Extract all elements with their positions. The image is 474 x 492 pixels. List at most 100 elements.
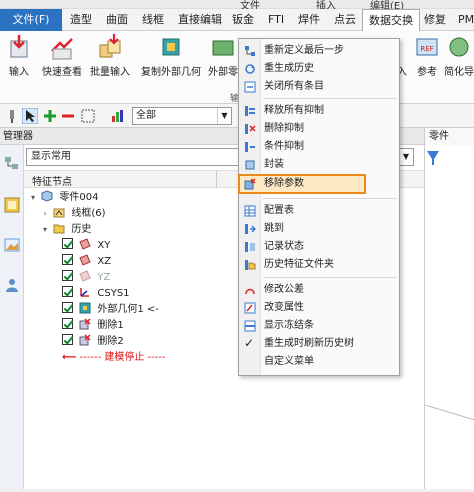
toolbar: 全部 ▼ <box>0 104 474 128</box>
tree-node-external-geometry[interactable]: 外部几何1 <- <box>62 302 159 318</box>
panel-title: 管理器 <box>3 131 33 142</box>
simplify-button[interactable]: 简化导 <box>444 33 474 78</box>
menu-item-encapsulate[interactable]: 封装 <box>239 156 399 174</box>
visibility-checkbox[interactable] <box>62 318 73 329</box>
import-button[interactable]: 输入 <box>4 33 34 78</box>
quick-view-button[interactable]: 快速查看 <box>40 33 84 78</box>
menu-item-remove-parameters[interactable]: 移除参数 <box>238 174 366 194</box>
menu-item-show-freeze-bar[interactable]: 显示冻结条 <box>239 317 399 335</box>
visibility-checkbox[interactable] <box>62 286 73 297</box>
batch-import-button[interactable]: 批量输入 <box>88 33 132 78</box>
panel-header: 管理器 <box>0 128 474 145</box>
tree-manager-icon[interactable] <box>4 155 20 171</box>
tree-node-delete-2[interactable]: 删除2 <box>62 334 124 350</box>
selection-filter-combo[interactable]: 全部 ▼ <box>132 107 232 125</box>
tree-node-plane-xy[interactable]: XY <box>62 238 110 254</box>
redefine-icon <box>245 46 255 56</box>
external-part-button[interactable]: 外部零 <box>206 33 240 78</box>
simplify-icon <box>449 37 469 57</box>
part-view-icon[interactable] <box>4 197 20 213</box>
box-select-icon[interactable] <box>80 108 96 124</box>
add-icon[interactable] <box>42 108 58 124</box>
menu-item-release-all-suppression[interactable]: 释放所有抑制 <box>239 102 399 120</box>
regenerate-icon <box>245 64 255 74</box>
menu-direct-edit[interactable]: 直接编辑 <box>172 9 228 31</box>
batch-import-icon <box>99 34 121 58</box>
menu-surface[interactable]: 曲面 <box>100 9 134 31</box>
menu-weldment[interactable]: 焊件 <box>292 9 326 31</box>
reference-button[interactable]: REF 参考 <box>412 33 442 78</box>
menu-item-conditional-suppression[interactable]: 条件抑制 <box>239 138 399 156</box>
visibility-checkbox[interactable] <box>62 302 73 313</box>
visibility-checkbox[interactable] <box>62 254 73 265</box>
plane-icon <box>79 238 91 250</box>
collapse-icon[interactable]: ▾ <box>28 190 38 206</box>
freeze-bar-icon <box>244 320 256 332</box>
menu-item-jump-to[interactable]: 跳到 <box>239 220 399 238</box>
history-folder-icon <box>245 260 256 270</box>
rollback-bar[interactable]: ⟵ ------ 建模停止 ----- <box>62 350 166 366</box>
remove-icon[interactable] <box>60 108 76 124</box>
menu-wireframe[interactable]: 线框 <box>136 9 170 31</box>
column-divider[interactable] <box>216 171 217 188</box>
pin-icon[interactable] <box>4 108 20 124</box>
tree-node-csys[interactable]: CSYS1 <box>62 286 130 302</box>
collapse-icon[interactable]: ▾ <box>40 222 50 238</box>
visibility-checkbox[interactable] <box>62 334 73 345</box>
chevron-down-icon: ▼ <box>402 152 410 161</box>
ribbon: 输入 快速查看 批量输入 复制外部几何 外部零 入 REF 参考 简化导 输 <box>0 31 474 104</box>
tree-node-plane-xz[interactable]: XZ <box>62 254 111 270</box>
menu-item-refresh-history-on-regen[interactable]: ✓ 重生成时刷新历史树 <box>239 335 399 353</box>
menu-item-change-properties[interactable]: 改变属性 <box>239 299 399 317</box>
menu-item-configuration-table[interactable]: 配置表 <box>239 202 399 220</box>
menu-sheet-metal[interactable]: 钣金 <box>226 9 260 31</box>
menu-data-exchange[interactable]: 数据交换 <box>362 9 420 31</box>
menu-item-customize-menu[interactable]: 自定义菜单 <box>239 353 399 371</box>
menu-item-close-all-entries[interactable]: 关闭所有条目 <box>239 78 399 96</box>
tolerance-icon <box>245 288 255 295</box>
select-cursor-icon[interactable] <box>22 108 38 124</box>
menu-repair[interactable]: 修复 <box>418 9 452 31</box>
svg-text:REF: REF <box>420 45 433 53</box>
menu-point-cloud[interactable]: 点云 <box>328 9 362 31</box>
menu-pm[interactable]: PM <box>452 9 474 31</box>
tree-node-delete-1[interactable]: 删除1 <box>62 318 124 334</box>
arrow-left-icon: ⟵ <box>62 352 77 363</box>
menu-item-redefine-last-step[interactable]: 重新定义最后一步 <box>239 42 399 60</box>
graphics-area[interactable] <box>424 145 474 489</box>
plane-icon <box>79 270 91 282</box>
tab-part[interactable]: 零件 <box>424 128 474 145</box>
menu-file[interactable]: 文件(F) <box>0 9 62 31</box>
jump-icon <box>245 224 256 234</box>
visibility-checkbox[interactable] <box>62 238 73 249</box>
plane-icon <box>79 254 91 266</box>
menu-separator <box>263 277 397 278</box>
tab-label: 零件 <box>429 131 449 142</box>
folder-icon <box>53 224 65 234</box>
tree-node-part[interactable]: ▾ 零件004 <box>28 190 98 206</box>
menu-item-regenerate-history[interactable]: 重生成历史 <box>239 60 399 78</box>
menu-item-record-state[interactable]: 记录状态 <box>239 238 399 256</box>
tree-node-wireframe[interactable]: › 线框(6) <box>40 206 105 222</box>
wireframe-folder-icon <box>53 208 65 218</box>
column-header-label: 特征节点 <box>32 177 72 188</box>
copy-external-geometry-button[interactable]: 复制外部几何 <box>138 33 204 78</box>
checkmark-icon: ✓ <box>244 336 255 350</box>
chevron-down-icon: ▼ <box>217 108 231 124</box>
conditional-suppress-icon <box>245 142 255 152</box>
tree-node-plane-yz[interactable]: YZ <box>62 270 110 286</box>
filter-icon[interactable] <box>110 108 126 124</box>
title-strip: 文件 插入 编辑(E) <box>0 0 474 12</box>
visibility-checkbox[interactable] <box>62 270 73 281</box>
table-icon <box>244 205 256 217</box>
user-icon[interactable] <box>4 277 20 293</box>
menu-item-modify-tolerance[interactable]: 修改公差 <box>239 281 399 299</box>
expand-icon[interactable]: › <box>40 206 50 222</box>
menu-item-history-feature-folder[interactable]: 历史特征文件夹 <box>239 256 399 274</box>
external-geometry-icon <box>162 38 180 56</box>
tree-node-history[interactable]: ▾ 历史 <box>40 222 91 238</box>
menu-modeling[interactable]: 造型 <box>64 9 98 31</box>
image-view-icon[interactable] <box>4 237 20 253</box>
menu-item-delete-suppression[interactable]: 删除抑制 <box>239 120 399 138</box>
menu-fti[interactable]: FTI <box>262 9 290 31</box>
